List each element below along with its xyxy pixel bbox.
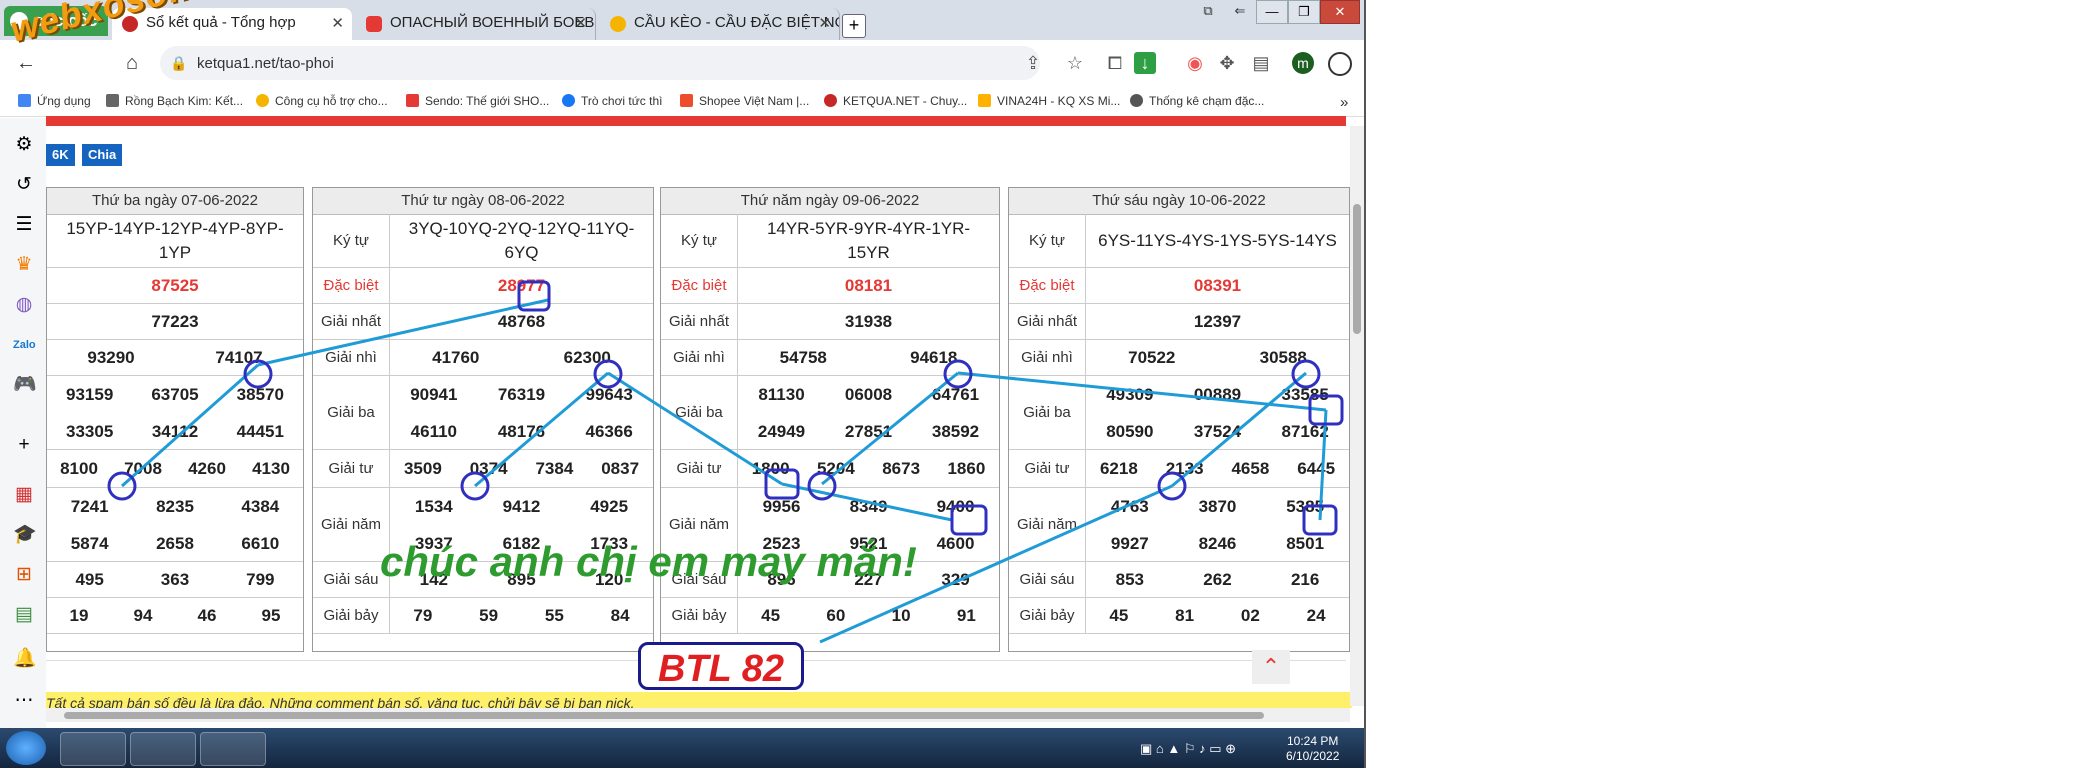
annotation-line — [121, 363, 259, 488]
annotation-line — [257, 298, 549, 367]
annotation-line — [1171, 371, 1307, 488]
taskbar-explorer-icon[interactable] — [130, 732, 196, 766]
annotation-line — [607, 371, 783, 486]
greeting-text: chúc anh chị em may mắn! — [380, 538, 917, 585]
highlight-circle — [807, 471, 837, 501]
clock[interactable]: 10:24 PM 6/10/2022 — [1286, 734, 1339, 764]
highlight-box — [950, 504, 988, 536]
tray-icons[interactable]: ▣ ⌂ ▲ ⚐ ♪ ▭ ⊕ — [1140, 741, 1236, 757]
annotation-line — [1318, 409, 1328, 521]
blank-area — [1364, 0, 2074, 768]
annotation-line — [821, 371, 959, 486]
start-button[interactable] — [6, 731, 46, 765]
taskbar-photo-icon[interactable] — [200, 732, 266, 766]
result-box: BTL 82 — [638, 642, 804, 690]
annotation-overlay — [107, 280, 1344, 644]
taskbar-coccoc-icon[interactable] — [60, 732, 126, 766]
annotation-line — [781, 482, 953, 522]
annotation-line — [474, 371, 609, 488]
